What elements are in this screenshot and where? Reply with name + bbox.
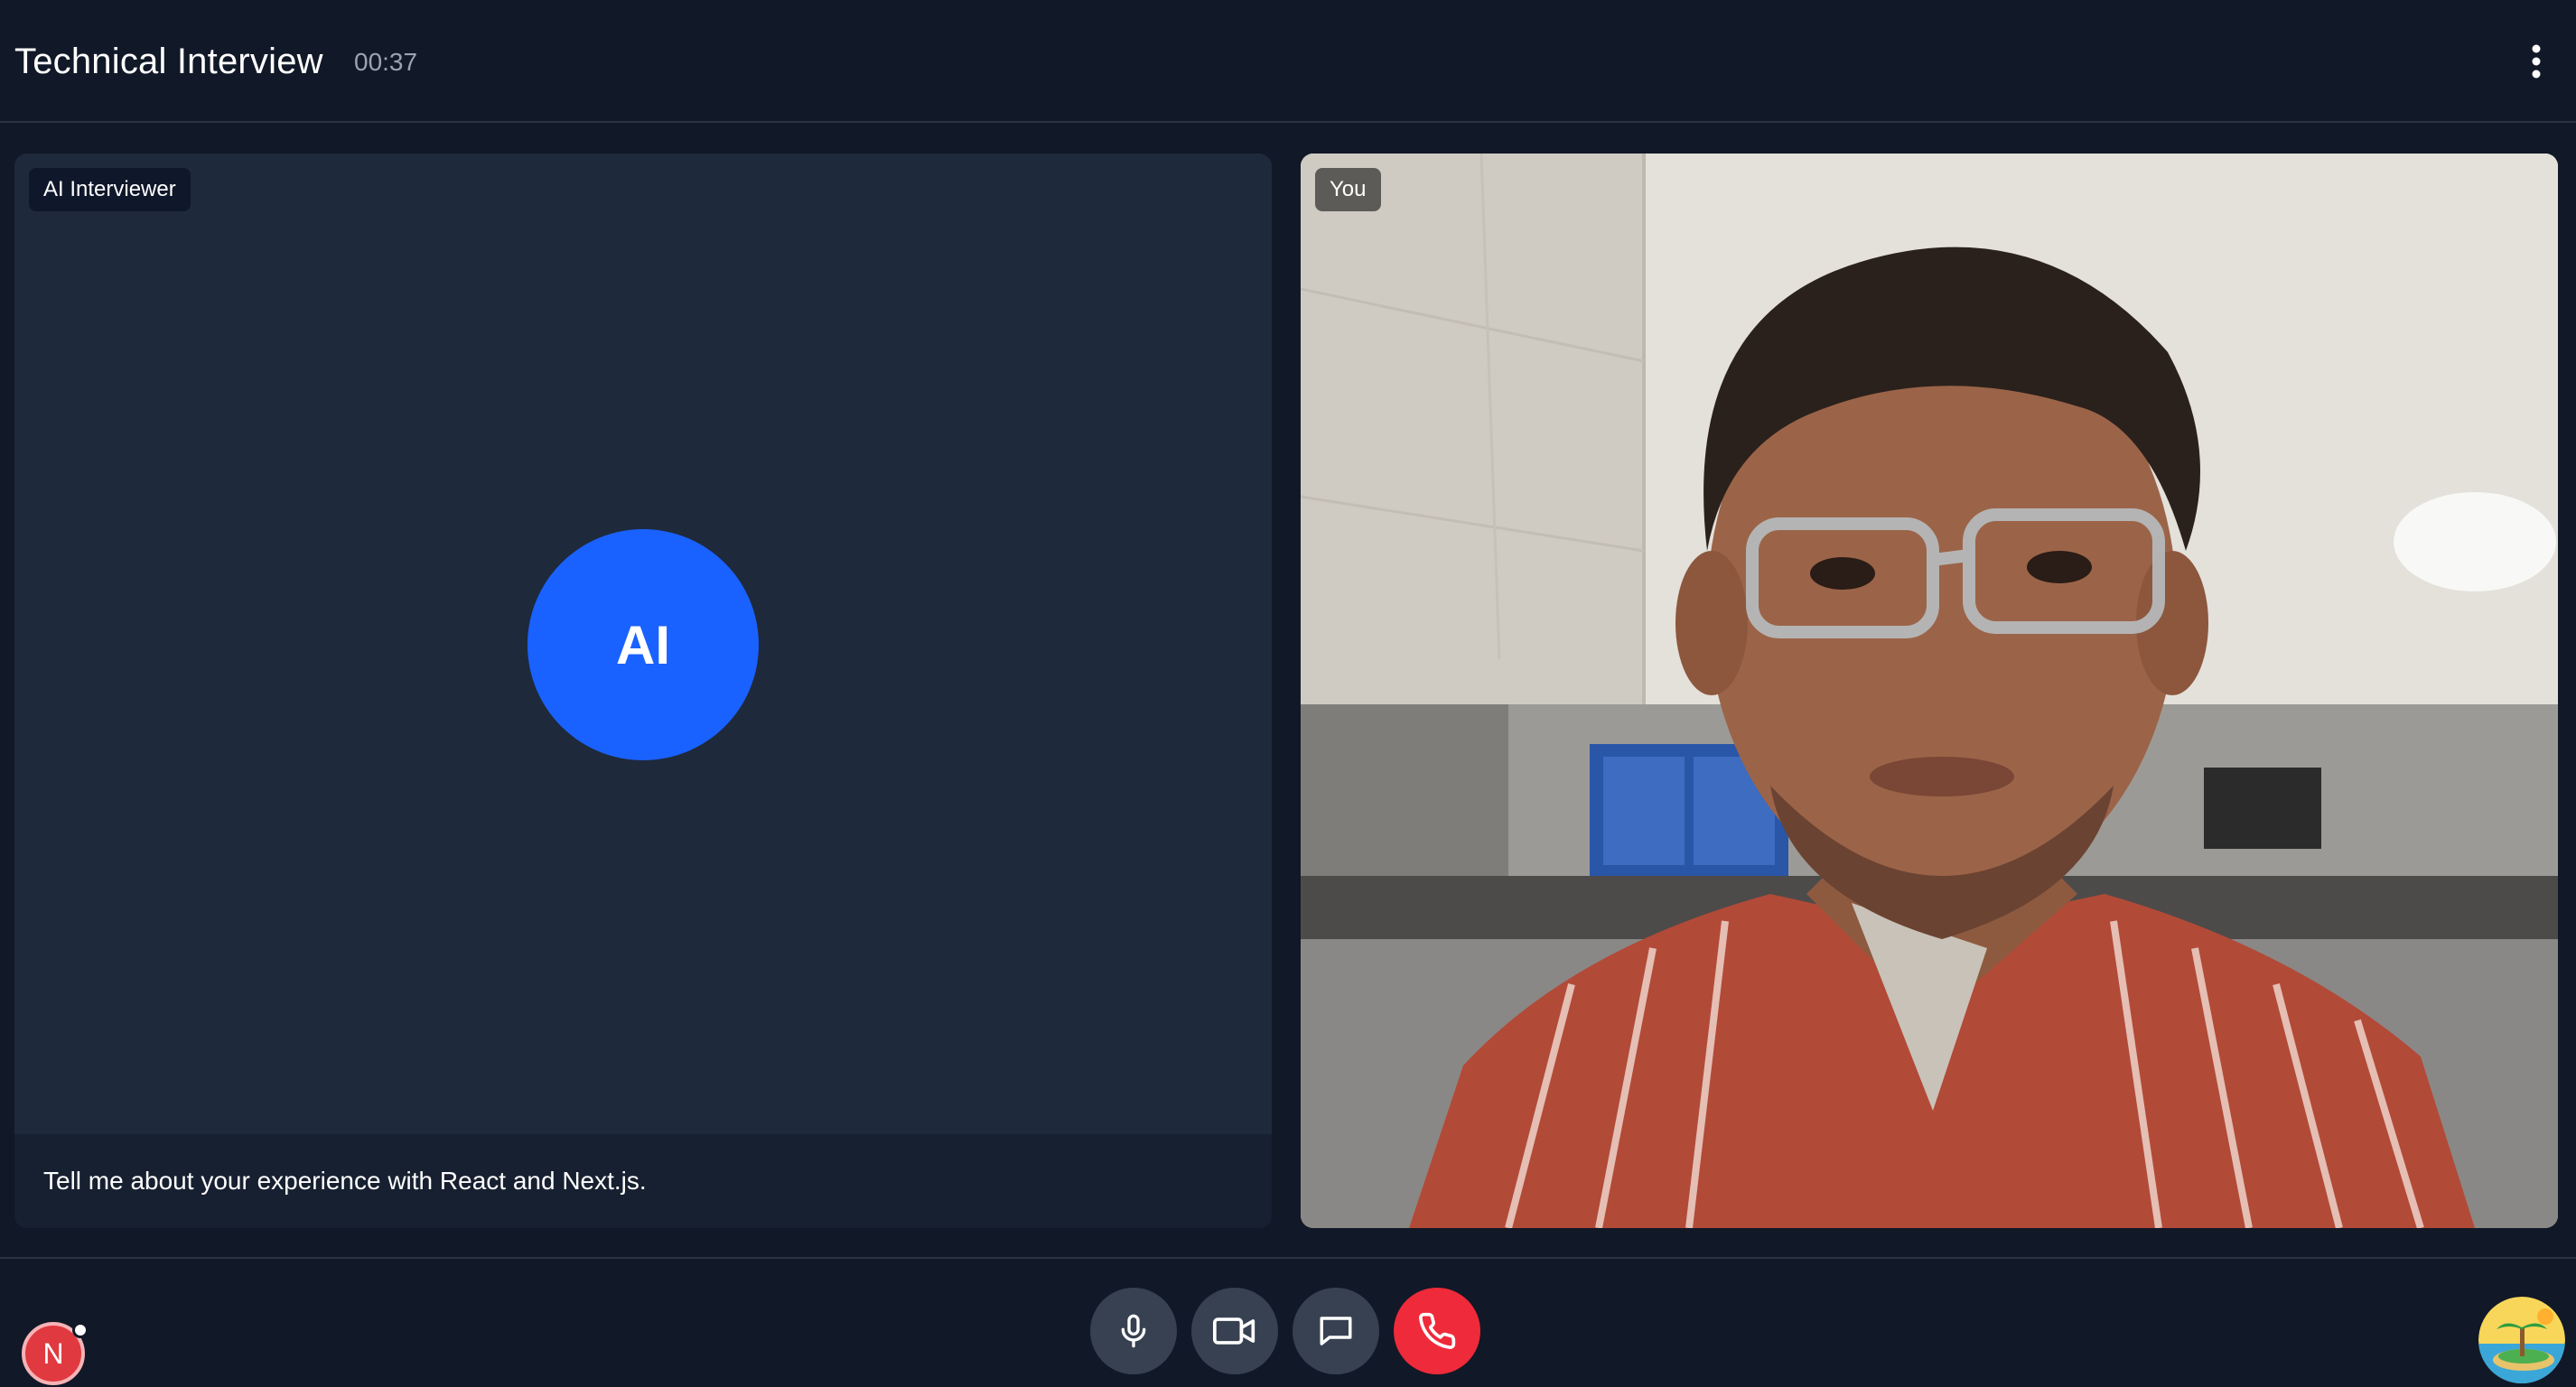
chat-bubble-icon	[1320, 1317, 1352, 1345]
microphone-icon	[1121, 1314, 1146, 1348]
microphone-button[interactable]	[1090, 1288, 1177, 1374]
ai-interviewer-tag: AI Interviewer	[29, 168, 191, 211]
call-controls	[1090, 1288, 1480, 1374]
end-call-button[interactable]	[1394, 1288, 1480, 1374]
chat-button[interactable]	[1293, 1288, 1379, 1374]
interview-app: Technical Interview 00:37 AI Interviewer…	[0, 0, 2576, 1387]
call-timer: 00:37	[354, 48, 418, 76]
beach-island-icon[interactable]	[2478, 1297, 2565, 1383]
user-video-feed	[1301, 154, 2558, 1228]
you-tag: You	[1315, 168, 1381, 211]
nextjs-letter: N	[42, 1336, 64, 1370]
user-video-panel: You	[1301, 154, 2558, 1228]
ai-avatar: AI	[527, 529, 759, 760]
camera-button[interactable]	[1191, 1288, 1278, 1374]
question-caption: Tell me about your experience with React…	[14, 1134, 1272, 1228]
page-title: Technical Interview	[14, 42, 323, 81]
more-options-button[interactable]	[2518, 36, 2554, 87]
notification-dot	[72, 1322, 89, 1338]
video-camera-icon	[1213, 1317, 1255, 1345]
ai-interviewer-panel: AI Interviewer AI Tell me about your exp…	[14, 154, 1272, 1228]
more-vertical-icon	[2532, 44, 2541, 79]
phone-icon	[1419, 1312, 1456, 1349]
header-bar: Technical Interview 00:37	[0, 0, 2576, 123]
